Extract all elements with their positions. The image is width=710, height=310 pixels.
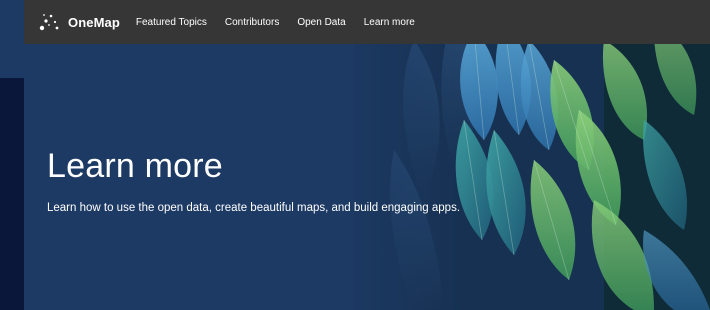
top-navbar: OneMap Featured Topics Contributors Open… [24,0,710,44]
nav-link-contributors[interactable]: Contributors [225,17,279,28]
nav-links: Featured Topics Contributors Open Data L… [136,17,433,28]
page-title: Learn more [47,147,223,185]
left-band [0,0,24,78]
page: OneMap Featured Topics Contributors Open… [0,0,710,310]
brand-name: OneMap [68,14,120,30]
nav-link-featured-topics[interactable]: Featured Topics [136,17,207,28]
nav-link-learn-more[interactable]: Learn more [364,17,415,28]
page-subtitle: Learn how to use the open data, create b… [47,202,461,214]
nav-link-open-data[interactable]: Open Data [297,17,345,28]
brand[interactable]: OneMap [38,11,120,33]
hero-fade-overlay [324,0,464,310]
constellation-logo-icon [39,14,59,31]
